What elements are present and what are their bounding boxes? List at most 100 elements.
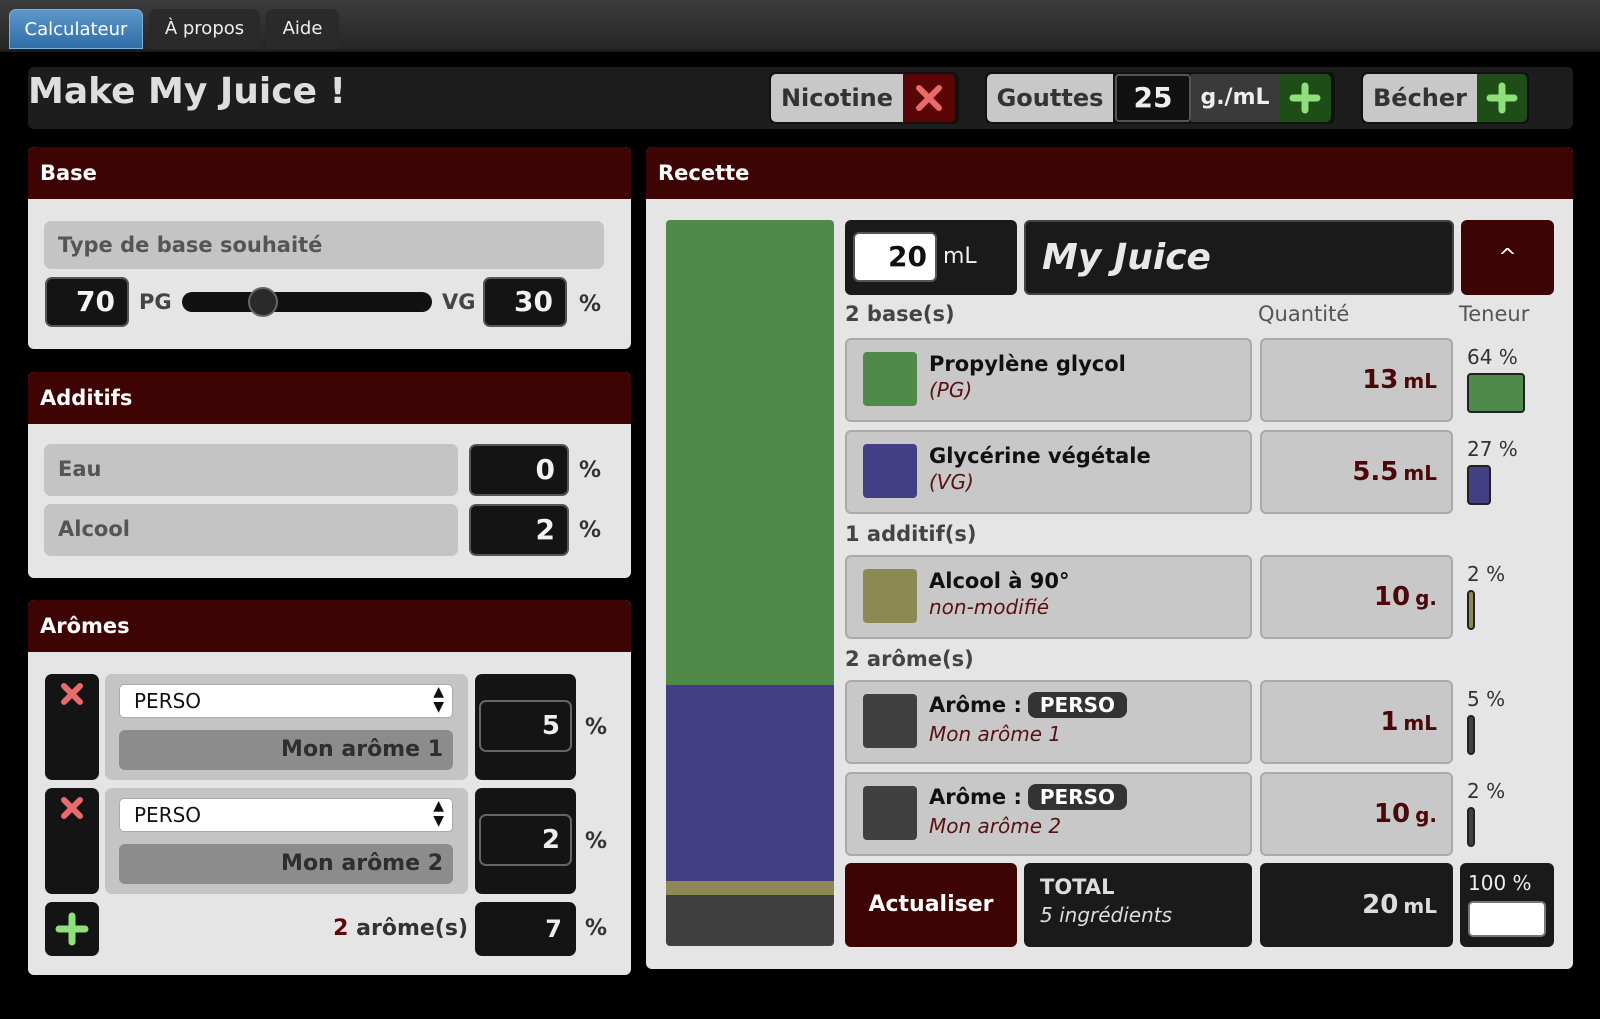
becher-control: Bécher xyxy=(1361,72,1529,124)
recipe-name-input[interactable]: My Juice xyxy=(1024,220,1454,295)
arome-2-input[interactable]: 2 xyxy=(479,814,572,866)
actualiser-button[interactable]: Actualiser xyxy=(845,863,1017,947)
total-teneur-box: 100 % xyxy=(1460,863,1554,947)
aromes-section-header: 2 arôme(s) xyxy=(845,647,974,671)
nicotine-toggle[interactable]: Nicotine xyxy=(769,72,959,124)
additifs-panel-title: Additifs xyxy=(28,372,631,424)
nicotine-label: Nicotine xyxy=(771,74,903,122)
collapse-button[interactable]: ^ xyxy=(1461,220,1554,295)
arome-1-type-select[interactable]: PERSO ▲ ▼ xyxy=(119,684,453,718)
chevron-up-icon: ^ xyxy=(1498,245,1517,270)
arome-1-input[interactable]: 5 xyxy=(479,700,572,752)
alcool-input[interactable]: 2 xyxy=(469,504,569,556)
ingredient-pg-teneur-bar xyxy=(1467,373,1525,413)
arome-2-type-value: PERSO xyxy=(134,803,202,827)
additifs-panel: Additifs Eau 0 % Alcool 2 % xyxy=(28,372,631,578)
pg-input[interactable]: 70 xyxy=(45,277,129,327)
arome-2-type-select[interactable]: PERSO ▲ ▼ xyxy=(119,798,453,832)
total-teneur-bar xyxy=(1468,901,1546,937)
arome-1-name[interactable]: Mon arôme 1 xyxy=(119,730,453,770)
close-icon xyxy=(61,683,83,705)
pg-vg-slider-handle[interactable] xyxy=(248,287,278,317)
plus-icon xyxy=(1486,82,1518,114)
aromes-panel-title: Arômes xyxy=(28,600,631,652)
gouttes-input[interactable]: 25 xyxy=(1115,74,1191,122)
ingredient-title: Propylène glycol xyxy=(929,352,1126,376)
arome-1-type-value: PERSO xyxy=(134,689,202,713)
recette-panel-title: Recette xyxy=(646,147,1573,199)
plus-icon xyxy=(55,912,89,946)
ingredient-vg-teneur-bar xyxy=(1467,465,1492,505)
quantity-value: 5.5 xyxy=(1352,457,1399,487)
pg-label: PG xyxy=(139,290,172,314)
becher-add-button[interactable] xyxy=(1477,74,1527,122)
ingredient-color-swatch xyxy=(863,444,917,498)
quantity-unit: g. xyxy=(1415,586,1437,610)
tab-calculateur[interactable]: Calculateur xyxy=(9,9,143,49)
vg-percent-unit: % xyxy=(579,292,602,317)
ingredient-alcool: Alcool à 90° non-modifié xyxy=(845,555,1252,639)
ingredient-subtitle: Mon arôme 2 xyxy=(929,814,1062,838)
arome-2-delete-button[interactable] xyxy=(45,788,99,894)
ingredient-alcool-teneur: 2 % xyxy=(1467,562,1506,586)
pg-vg-slider[interactable] xyxy=(182,292,432,312)
volume-input[interactable]: 20 xyxy=(853,232,937,282)
ingredient-vg: Glycérine végétale (VG) xyxy=(845,430,1252,514)
ingredient-title-text: Arôme : xyxy=(929,785,1022,809)
composition-segment xyxy=(666,880,834,896)
gouttes-label: Gouttes xyxy=(987,74,1113,122)
gouttes-control: Gouttes 25 g./mL xyxy=(985,72,1335,124)
ingredient-subtitle: non-modifié xyxy=(929,595,1049,619)
ingredient-title-text: Arôme : xyxy=(929,693,1022,717)
ingredient-subtitle: (PG) xyxy=(929,378,973,402)
app-header: Make My Juice ! Nicotine Gouttes 25 g./m… xyxy=(28,67,1573,129)
plus-icon xyxy=(1289,82,1321,114)
ingredient-arome-2-teneur-bar xyxy=(1467,807,1475,847)
ingredient-color-swatch xyxy=(863,352,917,406)
arome-1-card: PERSO ▲ ▼ Mon arôme 1 xyxy=(105,674,468,780)
ingredient-arome-2-quantity: 10 g. xyxy=(1260,772,1453,856)
arome-2-card: PERSO ▲ ▼ Mon arôme 2 xyxy=(105,788,468,894)
total-summary: TOTAL 5 ingrédients xyxy=(1024,863,1252,947)
aromes-total: 7 xyxy=(475,902,576,956)
total-ingredients-count: 5 ingrédients xyxy=(1040,903,1173,927)
composition-segment xyxy=(666,895,834,932)
gouttes-add-button[interactable] xyxy=(1279,74,1331,122)
arome-1-delete-button[interactable] xyxy=(45,674,99,780)
ingredient-type-badge: PERSO xyxy=(1027,784,1128,810)
quantity-value: 13 xyxy=(1362,365,1399,395)
arome-1-value-box: 5 xyxy=(475,674,576,780)
ingredient-title: Arôme : PERSO xyxy=(929,692,1128,718)
select-arrows-icon: ▲ ▼ xyxy=(433,684,444,715)
eau-input[interactable]: 0 xyxy=(469,444,569,496)
ingredient-color-swatch xyxy=(863,786,917,840)
quantity-value: 10 xyxy=(1373,582,1411,612)
arome-1-percent-unit: % xyxy=(585,715,608,740)
volume-unit: mL xyxy=(943,244,977,269)
composition-segment xyxy=(666,931,834,946)
ingredient-arome-1-quantity: 1 mL xyxy=(1260,680,1453,764)
tab-a-propos[interactable]: À propos xyxy=(149,9,260,49)
ingredient-arome-1: Arôme : PERSO Mon arôme 1 xyxy=(845,680,1252,764)
quantity-unit: mL xyxy=(1403,369,1437,393)
quantite-column-header: Quantité xyxy=(1258,302,1350,326)
vg-label: VG xyxy=(442,290,476,314)
quantity-unit: mL xyxy=(1403,461,1437,485)
vg-input[interactable]: 30 xyxy=(483,277,567,327)
app-title: Make My Juice ! xyxy=(28,71,346,112)
tab-aide[interactable]: Aide xyxy=(266,9,339,49)
alcool-label: Alcool xyxy=(44,504,458,556)
ingredient-title: Arôme : PERSO xyxy=(929,784,1128,810)
ingredient-title: Glycérine végétale xyxy=(929,444,1151,468)
arome-2-name[interactable]: Mon arôme 2 xyxy=(119,844,453,884)
nicotine-remove-button[interactable] xyxy=(903,74,955,122)
ingredient-arome-2: Arôme : PERSO Mon arôme 2 xyxy=(845,772,1252,856)
base-type-label: Type de base souhaité xyxy=(44,221,604,269)
teneur-column-header: Teneur xyxy=(1459,302,1530,326)
add-arome-button[interactable] xyxy=(45,902,99,956)
ingredient-pg-teneur: 64 % xyxy=(1467,345,1518,369)
total-label: TOTAL xyxy=(1040,875,1115,899)
composition-bar xyxy=(666,220,834,946)
arome-2-value-box: 2 xyxy=(475,788,576,894)
ingredient-subtitle: (VG) xyxy=(929,470,974,494)
